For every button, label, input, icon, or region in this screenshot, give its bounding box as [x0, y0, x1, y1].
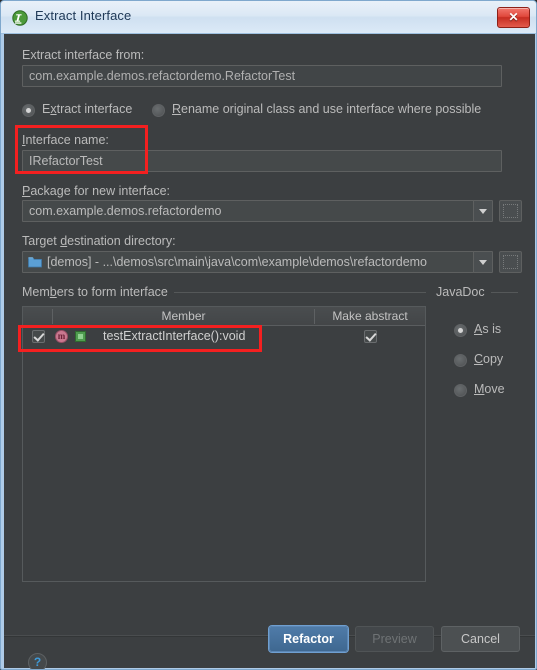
column-header-make-abstract[interactable]: Make abstract [315, 307, 425, 326]
help-button[interactable]: ? [28, 653, 47, 669]
table-row[interactable]: m testExtractInterface():void [23, 326, 425, 348]
method-icon: m [55, 330, 68, 343]
package-combo-input[interactable]: com.example.demos.refactordemo [22, 200, 474, 222]
radio-javadoc-copy-label: Copy [474, 352, 504, 366]
members-table-header: Member Make abstract [23, 307, 425, 326]
members-group-label: Members to form interface [22, 285, 174, 299]
javadoc-group-label: JavaDoc [436, 285, 491, 299]
members-table[interactable]: Member Make abstract m testExtractInterf… [22, 306, 426, 582]
extract-from-label: Extract interface from: [22, 48, 145, 62]
target-directory-combo-input[interactable]: [demos] - ...\demos\src\main\java\com\ex… [22, 251, 474, 273]
cancel-button[interactable]: Cancel [441, 626, 520, 652]
members-group-divider [144, 292, 426, 293]
target-directory-label: Target destination directory: [22, 234, 176, 248]
chevron-down-icon [479, 209, 487, 214]
radio-dot [152, 104, 165, 117]
chevron-down-icon [479, 260, 487, 265]
radio-dot [22, 104, 35, 117]
radio-dot [454, 354, 467, 367]
radio-javadoc-move-label: Move [474, 382, 505, 396]
dialog-window: Extract Interface ✕ Extract interface fr… [0, 0, 537, 670]
interface-name-label: Interface name: [22, 133, 109, 147]
member-name-label: testExtractInterface():void [103, 329, 246, 343]
refactor-button[interactable]: Refactor [269, 626, 348, 652]
target-directory-dropdown-button[interactable] [473, 251, 493, 273]
window-title: Extract Interface [35, 8, 132, 23]
make-abstract-checkbox[interactable] [364, 330, 377, 343]
javadoc-group-divider [488, 292, 518, 293]
intellij-app-icon [12, 10, 28, 26]
dialog-content: Extract interface from: com.example.demo… [4, 34, 535, 669]
package-label: Package for new interface: [22, 184, 171, 198]
target-directory-browse-button[interactable] [499, 251, 522, 273]
radio-javadoc-as-is-label: As is [474, 322, 502, 336]
title-bar: Extract Interface ✕ [1, 1, 536, 34]
interface-name-input[interactable]: IRefactorTest [22, 150, 502, 172]
preview-button: Preview [355, 626, 434, 652]
member-select-checkbox[interactable] [32, 330, 45, 343]
folder-icon [28, 257, 42, 268]
ellipsis-icon [503, 255, 518, 269]
radio-extract-interface-label: Extract interface [42, 102, 133, 116]
extract-from-field[interactable]: com.example.demos.refactordemo.RefactorT… [22, 65, 502, 87]
radio-dot [454, 324, 467, 337]
package-dropdown-button[interactable] [473, 200, 493, 222]
radio-dot [454, 384, 467, 397]
close-icon: ✕ [508, 10, 519, 24]
public-icon [75, 331, 86, 342]
close-button[interactable]: ✕ [497, 7, 530, 28]
package-browse-button[interactable] [499, 200, 522, 222]
column-header-member[interactable]: Member [53, 307, 314, 326]
radio-rename-original-class-label: Rename original class and use interface … [172, 102, 482, 116]
ellipsis-icon [503, 204, 518, 218]
